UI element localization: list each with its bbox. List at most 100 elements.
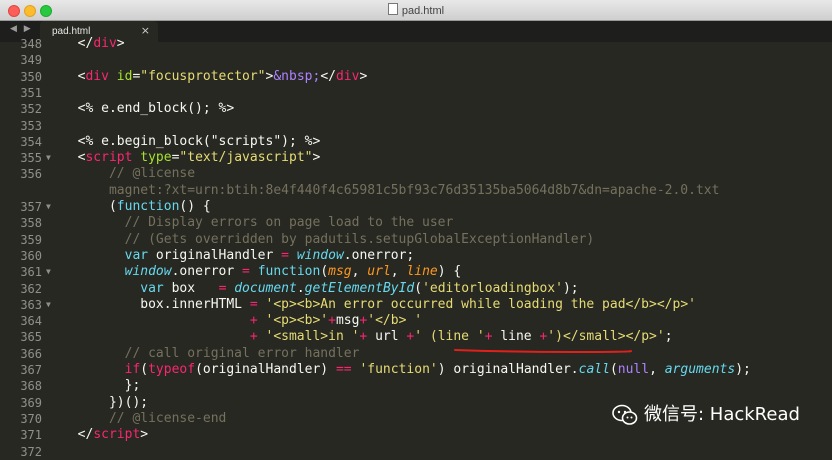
code-token: ) originalHandler. (437, 362, 579, 377)
code-token: script (85, 150, 133, 166)
code-text: var box = document.getElementById('edito… (62, 280, 579, 297)
code-line[interactable]: 360 var originalHandler = window.onerror… (0, 248, 832, 264)
wechat-icon (612, 404, 638, 425)
fold-arrow-icon[interactable]: ▼ (46, 297, 51, 313)
code-token: ( (414, 280, 423, 296)
code-token: '</b> ' (367, 313, 423, 329)
code-line[interactable]: 351 (0, 85, 832, 101)
code-line[interactable]: 353 (0, 118, 832, 134)
red-underline-annotation (454, 349, 633, 354)
code-text: if(typeof(originalHandler) == 'function'… (62, 362, 751, 378)
code-token: typeof (148, 362, 196, 377)
code-line[interactable]: 356 // @license (0, 166, 832, 182)
tab-nav-arrows-icon[interactable]: ◀ ▶ (10, 24, 33, 34)
code-token: var (140, 280, 164, 296)
line-number: 371 (20, 428, 42, 443)
code-text: window.onerror = function(msg, url, line… (62, 264, 462, 280)
code-token: , (351, 264, 368, 280)
code-line[interactable]: 366 // call original error handler (0, 346, 832, 362)
code-line[interactable]: 352 <% e.end_block(); %> (0, 101, 832, 117)
window-title-text: pad.html (401, 5, 445, 17)
code-token: type (140, 150, 172, 166)
code-line[interactable]: 364 + '<p><b>'+msg+'</b> ' (0, 313, 832, 329)
code-line[interactable]: 354 <% e.begin_block("scripts"); %> (0, 134, 832, 150)
code-token: div (335, 68, 360, 84)
code-token: . (296, 280, 305, 296)
code-token: , (649, 362, 665, 377)
code-text: + '<p><b>'+msg+'</b> ' (62, 313, 422, 329)
code-token: script (93, 427, 141, 443)
code-token: window (296, 247, 344, 263)
line-number: 361 (20, 265, 42, 280)
line-number: 364 (20, 314, 42, 329)
code-token: ( (609, 362, 618, 377)
line-number: 368 (20, 379, 42, 394)
line-number: 363 (20, 297, 42, 312)
fold-arrow-icon[interactable]: ▼ (46, 199, 51, 215)
code-line[interactable]: 361 ▼ window.onerror = function(msg, url,… (0, 264, 832, 280)
code-text: + '<small>in '+ url +' (line '+ line +')… (62, 329, 673, 345)
code-line[interactable]: 362 var box = document.getElementById('e… (0, 281, 832, 297)
code-line[interactable]: 368 }; (0, 378, 832, 394)
code-line[interactable]: 359 // (Gets overridden by padutils.setu… (0, 232, 832, 248)
code-token: (originalHandler) (195, 362, 336, 377)
code-token: ')</small></p>' (547, 329, 665, 345)
code-line[interactable]: 348 </div> (0, 36, 832, 52)
line-number: 362 (20, 281, 42, 296)
code-text: <script type="text/javascript"> (62, 150, 321, 166)
code-token: () { (179, 199, 211, 214)
code-token: msg (328, 264, 352, 280)
code-line[interactable]: 349 (0, 52, 832, 68)
code-line[interactable]: magnet:?xt=urn:btih:8e4f440f4c65981c5bf9… (0, 183, 832, 199)
code-text: </script> (62, 427, 148, 443)
fold-arrow-icon[interactable]: ▼ (46, 264, 51, 280)
line-number: 365 (20, 330, 42, 345)
code-token: < (62, 68, 86, 84)
code-text: box.innerHTML = '<p><b>An error occurred… (62, 297, 696, 313)
code-token: '<p><b>An error occurred while loading t… (265, 296, 696, 312)
code-text: <% e.end_block(); %> (62, 101, 235, 117)
code-token: '<small>in ' (265, 329, 360, 345)
code-line[interactable]: 350 <div id="focusprotector">&nbsp;</div… (0, 69, 832, 85)
code-token: function (257, 264, 321, 280)
code-token: > (359, 68, 368, 84)
code-token: magnet:?xt=urn:btih:8e4f440f4c65981c5bf9… (62, 182, 720, 198)
code-line[interactable]: 371 </script> (0, 427, 832, 443)
code-line[interactable]: 357 ▼ (function() { (0, 199, 832, 215)
code-token: </ (77, 36, 94, 51)
code-line[interactable]: 367 if(typeof(originalHandler) == 'funct… (0, 362, 832, 378)
code-token: // @license-end (62, 410, 227, 426)
code-token: id (116, 68, 133, 84)
code-token: if (124, 362, 141, 377)
code-token: div (93, 36, 117, 51)
window-titlebar: pad.html (0, 0, 832, 21)
code-token: 'function' (359, 362, 438, 377)
code-text: </div> (62, 36, 125, 52)
code-line[interactable]: 358 // Display errors on page load to th… (0, 215, 832, 231)
code-token: originalHandler (148, 247, 282, 263)
code-line[interactable]: 363 ▼ box.innerHTML = '<p><b>An error occ… (0, 297, 832, 313)
line-number: 349 (20, 53, 42, 68)
code-line[interactable]: 355 ▼ <script type="text/javascript"> (0, 150, 832, 166)
line-number: 351 (20, 85, 42, 100)
code-token: // @license (62, 166, 196, 182)
code-text: // Display errors on page load to the us… (62, 215, 454, 231)
line-number: 356 (20, 167, 42, 182)
code-token: ); (735, 362, 751, 377)
line-number: 352 (20, 102, 42, 117)
code-line[interactable]: 365 + '<small>in '+ url +' (line '+ line… (0, 329, 832, 345)
code-token: .onerror (171, 264, 243, 280)
code-token: "text/javascript" (179, 150, 313, 166)
code-editor[interactable]: 348 </div> 349 350 <div id="focusprotector… (0, 36, 832, 459)
fold-arrow-icon[interactable]: ▼ (46, 150, 51, 166)
code-token: ); (562, 280, 579, 296)
